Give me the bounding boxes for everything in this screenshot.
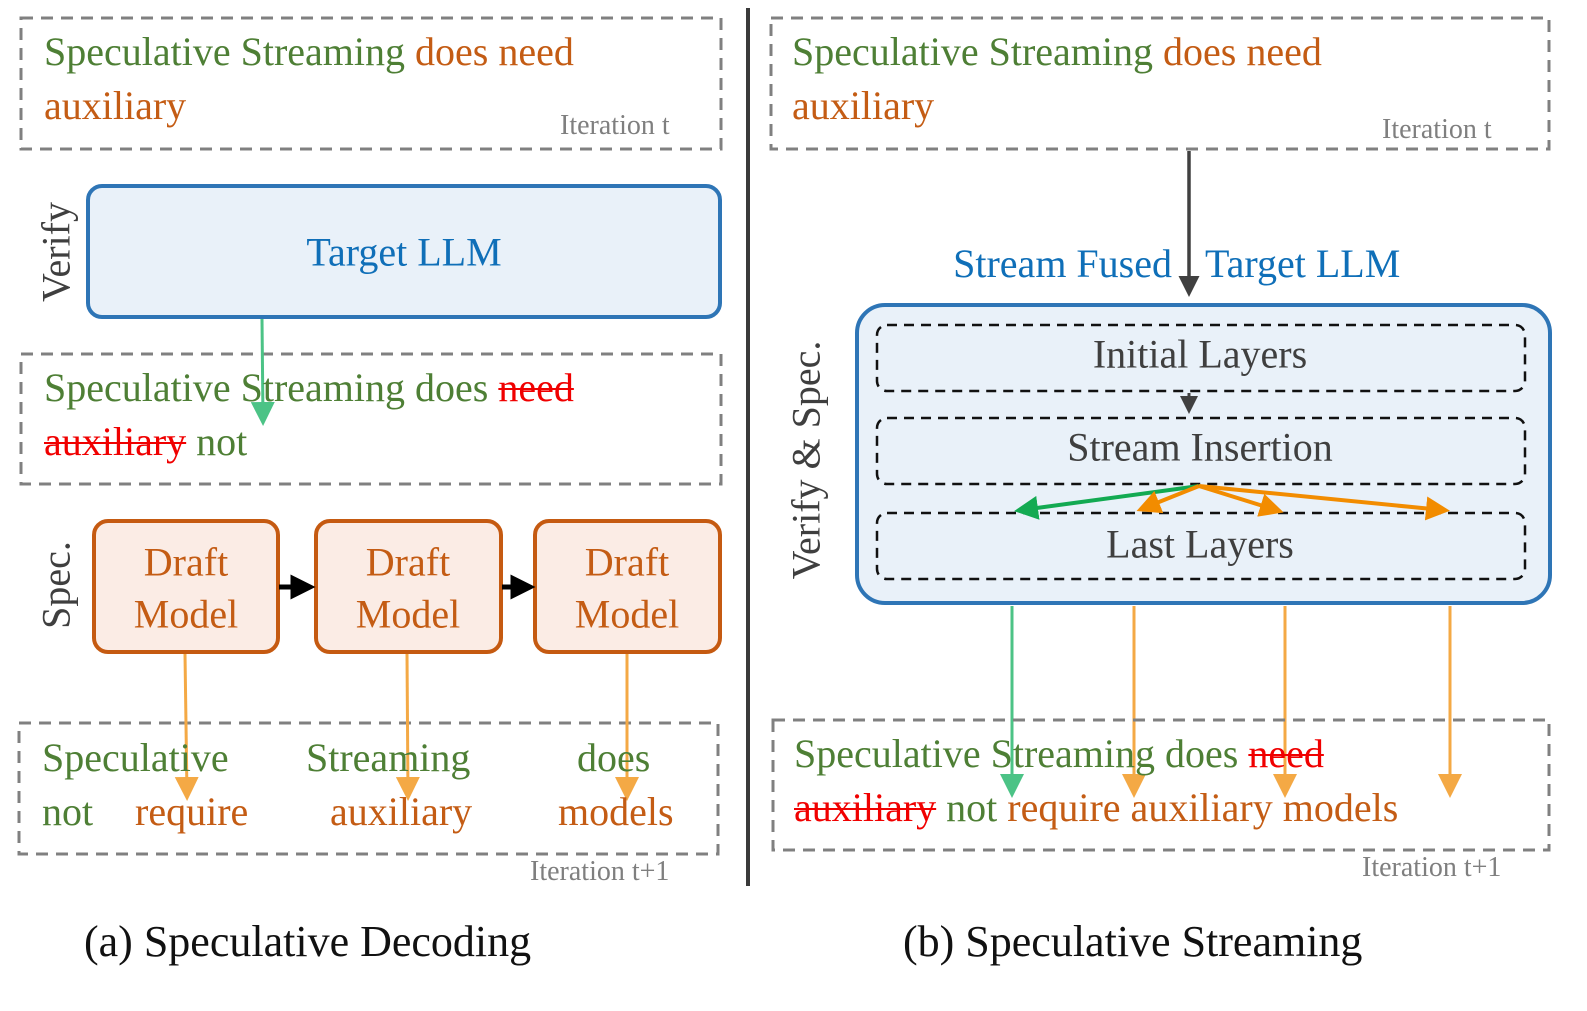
b-iteration-t1-label: Iteration t+1 — [1362, 852, 1502, 883]
a-iter-t-line1: Speculative Streaming does need — [44, 28, 574, 75]
a-t1-col1-bottom: require — [135, 789, 249, 834]
a-verify-label: Verify — [33, 202, 79, 302]
b-iter-t1-accepted: Speculative Streaming does — [794, 731, 1239, 776]
a-draft-1-line2: Model — [133, 591, 239, 637]
b-iteration-t-label: Iteration t — [1382, 114, 1492, 145]
a-caption: (a) Speculative Decoding — [84, 917, 532, 966]
a-draft-2-line2: Model — [355, 591, 461, 637]
a-iter-t-accepted: Speculative Streaming — [44, 29, 406, 74]
a-draft-2-line1: Draft — [365, 539, 451, 585]
a-iteration-t-label: Iteration t — [560, 110, 670, 141]
b-iter-t-speculative: does need — [1163, 29, 1322, 74]
b-iter-t-line1: Speculative Streaming does need — [792, 28, 1322, 75]
a-iter-t-line2: auxiliary — [44, 83, 187, 128]
b-iter-t-line2: auxiliary — [792, 83, 935, 128]
a-target-llm-label: Target LLM — [306, 229, 502, 275]
a-draft-3-line1: Draft — [584, 539, 670, 585]
a-t1-col2-top: Streaming — [306, 735, 471, 780]
a-iteration-t1-label: Iteration t+1 — [530, 856, 670, 887]
b-layer-stream-insertion: Stream Insertion — [1067, 424, 1333, 470]
b-iter-t1-speculative: require auxiliary models — [1007, 785, 1399, 830]
b-iter-t1-line1: Speculative Streaming does need — [794, 730, 1324, 777]
a-t1-col3-bottom: models — [558, 789, 674, 834]
b-iter-t1-rejected-2: auxiliary — [794, 785, 937, 830]
b-model-title-left: Stream Fused — [953, 241, 1172, 286]
b-layer-initial: Initial Layers — [1092, 331, 1308, 377]
b-iter-t-accepted: Speculative Streaming — [792, 29, 1154, 74]
b-iter-t1-rejected: need — [1248, 731, 1324, 776]
a-t1-col1-top: Speculative — [42, 735, 229, 780]
b-iter-t1-accepted-2: not — [946, 785, 998, 830]
a-spec-label: Spec. — [33, 541, 79, 629]
a-draft-1-line1: Draft — [143, 539, 229, 585]
a-verified-accepted: Speculative Streaming does — [44, 365, 489, 410]
b-side-label: Verify & Spec. — [783, 340, 829, 580]
a-verified-line2: auxiliary not — [44, 418, 247, 465]
b-layer-last: Last Layers — [1106, 521, 1294, 567]
a-draft-3-line2: Model — [574, 591, 680, 637]
a-t1-col3-top: does — [577, 735, 651, 780]
b-caption: (b) Speculative Streaming — [903, 917, 1363, 966]
a-verified-rejected: need — [498, 365, 574, 410]
a-t1-col1-bottom-left: not — [42, 789, 94, 834]
a-verified-accepted-2: not — [196, 419, 248, 464]
a-t1-col2-bottom: auxiliary — [330, 789, 473, 834]
a-verified-line1: Speculative Streaming does need — [44, 364, 574, 411]
b-model-title-right: Target LLM — [1205, 241, 1401, 286]
a-iter-t-speculative: does need — [415, 29, 574, 74]
a-verified-rejected-2: auxiliary — [44, 419, 187, 464]
b-iter-t1-line2: auxiliary not require auxiliary models — [794, 784, 1398, 831]
